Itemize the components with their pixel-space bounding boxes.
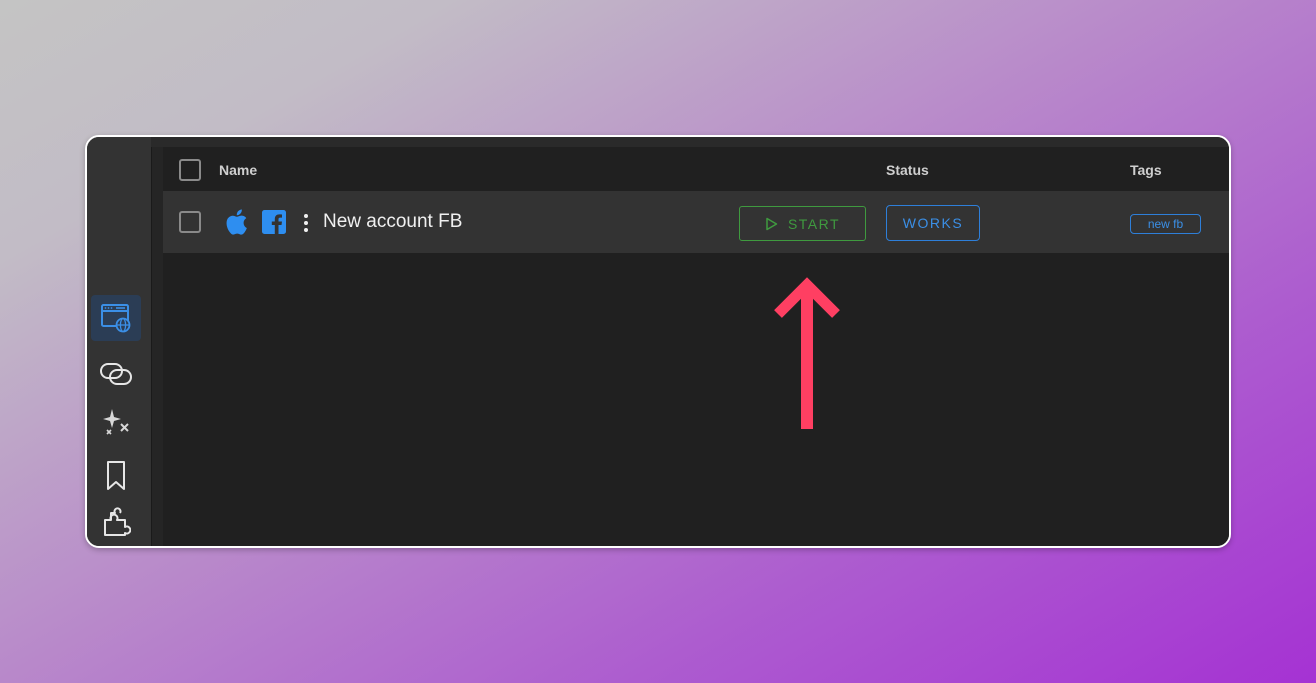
select-all-checkbox[interactable] [179,159,201,181]
profiles-table: Name Status Tags New account FB START WO… [163,147,1229,546]
sidebar-divider [151,137,163,546]
sidebar [87,137,151,546]
apple-icon [226,209,247,235]
column-header-tags[interactable]: Tags [1130,162,1162,178]
column-header-name[interactable]: Name [219,162,257,178]
toolbar-strip [151,137,1229,147]
sidebar-item-proxies[interactable] [91,351,141,397]
sidebar-item-browser-profiles[interactable] [91,295,141,341]
app-window: Name Status Tags New account FB START WO… [85,135,1231,548]
proxy-link-icon [100,363,132,385]
browser-profiles-icon [101,304,131,333]
table-header: Name Status Tags [163,147,1229,191]
table-row[interactable]: New account FB START WORKS new fb [163,191,1229,253]
start-button[interactable]: START [739,206,866,241]
column-header-status[interactable]: Status [886,162,929,178]
sparkles-icon [103,409,129,435]
tag-badge[interactable]: new fb [1130,214,1201,234]
sidebar-item-automation[interactable] [91,399,141,445]
row-menu-button[interactable] [303,214,309,232]
puzzle-extension-icon [104,507,131,536]
arrow-up-icon [774,277,840,429]
sidebar-item-bookmarks[interactable] [91,453,141,499]
play-icon [766,217,778,230]
facebook-icon [262,210,286,234]
profile-name[interactable]: New account FB [323,211,462,233]
row-checkbox[interactable] [179,211,201,233]
bookmark-icon [107,461,125,490]
status-badge[interactable]: WORKS [886,205,980,241]
start-button-label: START [787,215,841,232]
sidebar-item-extensions[interactable] [91,499,141,545]
